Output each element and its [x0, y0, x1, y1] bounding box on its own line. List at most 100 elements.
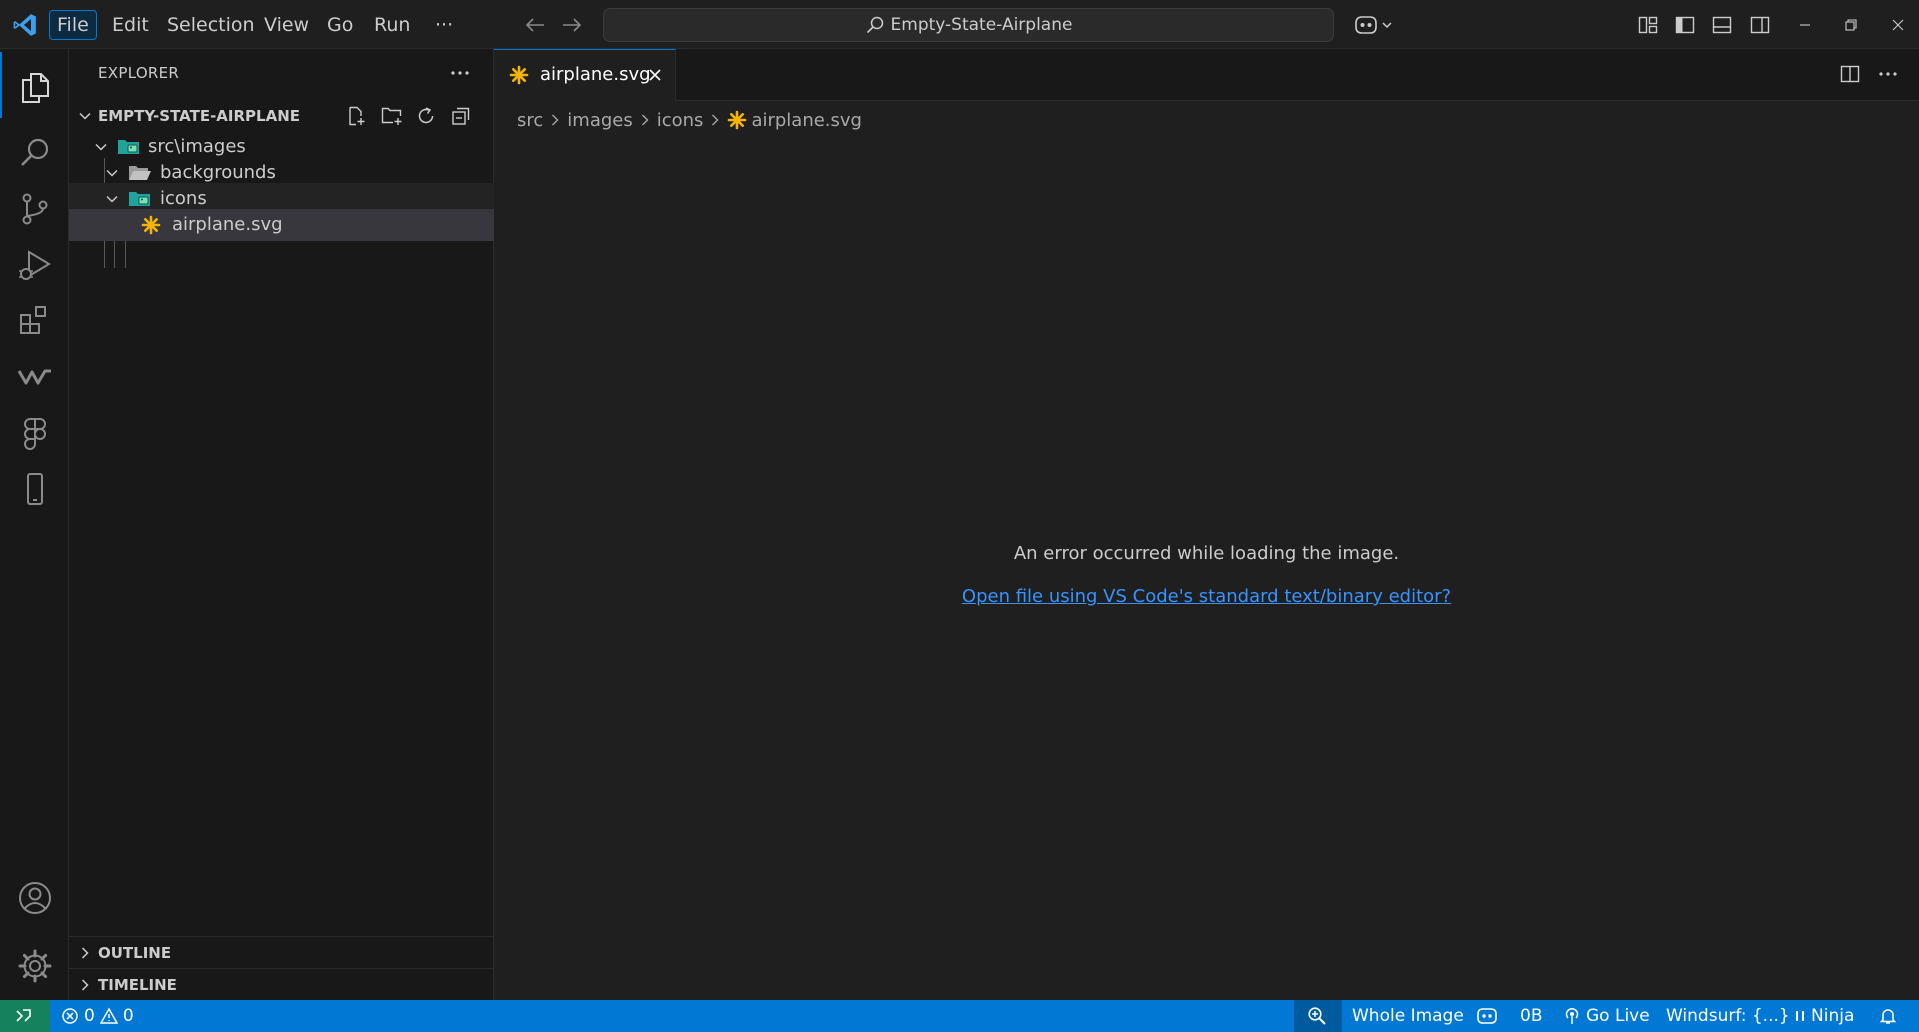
source-control-icon [22, 193, 48, 225]
new-file-icon[interactable] [345, 105, 367, 127]
activity-accounts[interactable] [0, 863, 69, 929]
warning-count: 0 [122, 1006, 134, 1026]
toggle-panel-icon[interactable] [1712, 15, 1732, 35]
back-arrow-icon[interactable] [524, 15, 546, 35]
svg-file-icon [509, 65, 529, 85]
menu-run[interactable]: Run [367, 10, 417, 40]
vscode-logo-icon [13, 14, 36, 36]
workspace-folder-name: EMPTY-STATE-AIRPLANE [98, 107, 301, 125]
settings-gear-icon [18, 949, 52, 983]
command-center-text: Empty-State-Airplane [890, 15, 1073, 35]
breadcrumb-airplane-svg[interactable]: airplane.svg [751, 110, 862, 131]
breadcrumb-src[interactable]: src [517, 110, 543, 131]
svg-file-icon [728, 110, 747, 130]
copilot-icon[interactable] [1352, 13, 1396, 37]
windsurf-status[interactable]: Windsurf: {...} [1666, 1000, 1790, 1032]
editor-more-actions-icon[interactable] [1877, 63, 1899, 85]
activity-mobile[interactable] [0, 454, 69, 520]
go-live-label: Go Live [1586, 1006, 1650, 1026]
breadcrumb-icons[interactable]: icons [657, 110, 704, 131]
ninja-status[interactable]: Ninja [1794, 1000, 1854, 1032]
error-count: 0 [84, 1006, 95, 1026]
explorer-sidebar: EXPLORER EMPTY-STATE-AIRPLANE src\images… [69, 49, 494, 1000]
image-load-error-message: An error occurred while loading the imag… [1013, 543, 1400, 564]
activity-bar [0, 49, 69, 1000]
activity-manage[interactable] [0, 931, 69, 997]
chevron-down-icon [106, 169, 118, 177]
breadcrumb-images[interactable]: images [567, 110, 632, 131]
outline-panel-header[interactable]: OUTLINE [69, 936, 494, 968]
forward-arrow-icon[interactable] [561, 15, 583, 35]
timeline-panel-header[interactable]: TIMELINE [69, 968, 494, 1000]
go-live-button[interactable]: Go Live [1563, 1000, 1650, 1032]
tab-airplane-svg[interactable]: airplane.svg [494, 49, 676, 101]
zoom-level-indicator[interactable]: Whole Image [1352, 1000, 1464, 1032]
outline-title: OUTLINE [98, 944, 172, 962]
minimize-icon[interactable] [1798, 18, 1812, 32]
tab-label: airplane.svg [540, 64, 651, 85]
copilot-icon [1477, 1008, 1497, 1024]
error-icon [62, 1008, 78, 1024]
menu-view[interactable]: View [257, 10, 316, 40]
folder-open-icon [129, 166, 151, 180]
mobile-icon [27, 473, 43, 505]
status-bar: 0 0 Whole Image 0B Go Live Windsurf: {..… [0, 1000, 1919, 1032]
image-size-indicator: 0B [1520, 1006, 1543, 1026]
breadcrumb: src images icons airplane.svg [517, 106, 862, 134]
tree-item-airplane-svg[interactable]: airplane.svg [69, 209, 494, 241]
open-with-text-editor-link[interactable]: Open file using VS Code's standard text/… [494, 586, 1919, 607]
workspace-folder-header[interactable]: EMPTY-STATE-AIRPLANE [69, 101, 494, 131]
account-icon [19, 882, 51, 914]
copilot-status[interactable] [1476, 1000, 1498, 1032]
new-folder-icon[interactable] [380, 105, 404, 127]
refresh-icon[interactable] [415, 105, 437, 127]
svg-file-icon [141, 215, 161, 235]
toggle-secondary-sidebar-icon[interactable] [1750, 15, 1770, 35]
search-icon [21, 138, 49, 166]
ninja-label: Ninja [1811, 1006, 1855, 1026]
close-window-icon[interactable] [1891, 18, 1905, 32]
split-editor-icon[interactable] [1839, 63, 1861, 85]
close-icon[interactable] [646, 66, 664, 84]
tree-item-label: airplane.svg [172, 214, 283, 235]
toggle-primary-sidebar-icon[interactable] [1675, 15, 1695, 35]
chevron-right-icon [712, 114, 719, 126]
zoom-button[interactable] [1294, 1000, 1342, 1032]
customize-layout-icon[interactable] [1638, 15, 1658, 35]
menu-edit[interactable]: Edit [105, 10, 156, 40]
tree-item-label: src\images [148, 136, 246, 157]
search-icon [866, 16, 883, 34]
tab-bar: airplane.svg [494, 49, 1919, 101]
remote-indicator[interactable] [0, 1000, 50, 1032]
chevron-right-icon [81, 979, 89, 991]
problems-indicator[interactable]: 0 0 [61, 1000, 134, 1032]
tree-item-label: icons [160, 188, 207, 209]
run-debug-icon [19, 250, 51, 280]
chevron-right-icon [641, 114, 649, 126]
chevron-down-icon [106, 195, 118, 203]
windsurf-icon [17, 369, 51, 385]
bell-icon[interactable] [1879, 1007, 1897, 1025]
chevron-right-icon [552, 114, 559, 126]
menu-file[interactable]: File [49, 10, 97, 40]
menu-selection[interactable]: Selection [160, 10, 262, 40]
explorer-title: EXPLORER [98, 64, 180, 82]
remote-icon [16, 1009, 31, 1022]
figma-icon [24, 418, 46, 450]
activity-explorer[interactable] [0, 52, 69, 118]
pause-icon [1796, 1011, 1804, 1021]
zoom-in-icon [1308, 1007, 1326, 1025]
files-icon [22, 73, 49, 103]
menu-go[interactable]: Go [320, 10, 360, 40]
folder-images-icon [129, 192, 150, 206]
warning-icon [99, 1007, 118, 1024]
restore-icon[interactable] [1844, 18, 1858, 32]
title-bar: File Edit Selection View Go Run ··· Empt… [0, 0, 1919, 49]
more-actions-icon[interactable] [449, 63, 471, 83]
command-center[interactable]: Empty-State-Airplane [603, 8, 1334, 42]
extensions-icon [20, 306, 46, 334]
collapse-all-icon[interactable] [450, 105, 472, 127]
chevron-down-icon [79, 112, 91, 120]
menu-more[interactable]: ··· [428, 10, 460, 40]
chevron-down-icon [95, 143, 107, 151]
